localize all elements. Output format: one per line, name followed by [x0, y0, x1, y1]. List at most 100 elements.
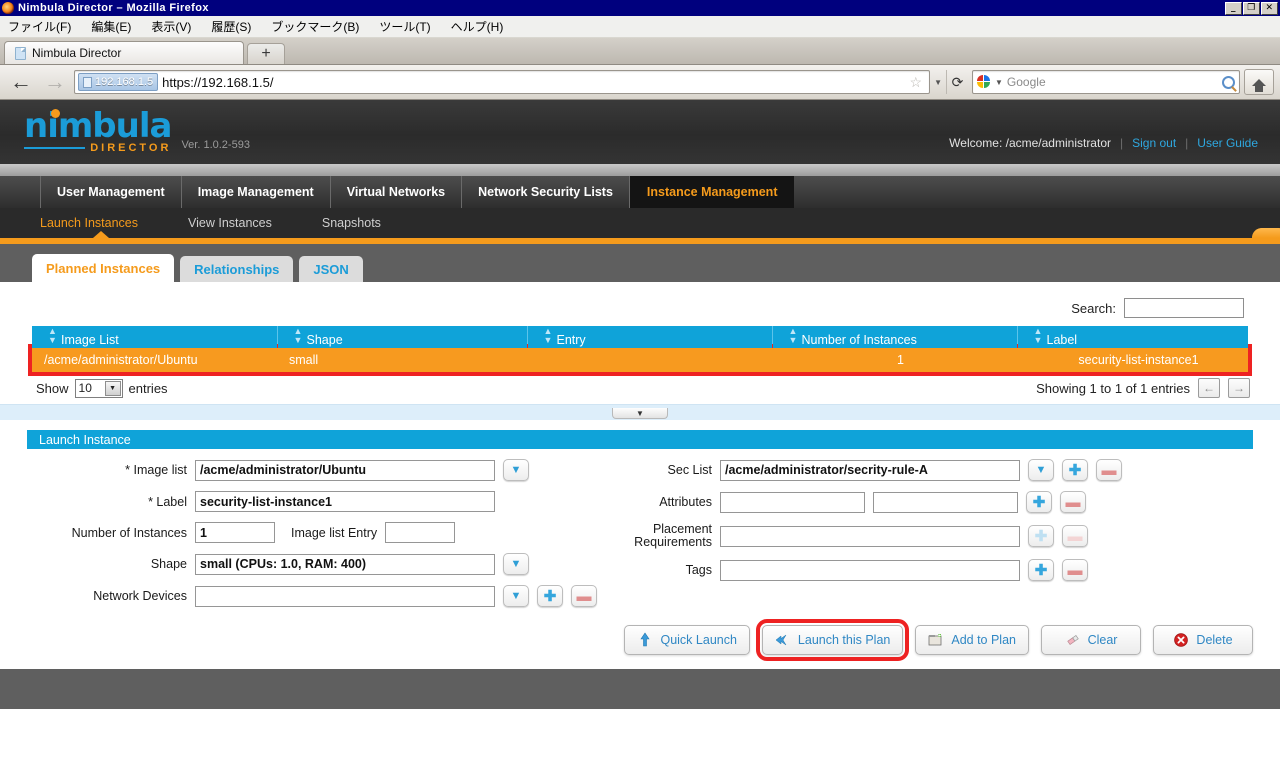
- menu-file[interactable]: ファイル(F): [8, 18, 71, 35]
- menu-tools[interactable]: ツール(T): [379, 18, 430, 35]
- network-devices-remove-button[interactable]: ▬: [571, 585, 597, 607]
- attributes-add-button[interactable]: ✚: [1026, 491, 1052, 513]
- input-sec-list[interactable]: [720, 460, 1020, 481]
- form-fields: * Image list ▼ * Label Number of Instanc…: [27, 449, 1253, 607]
- sec-list-remove-button[interactable]: ▬: [1096, 459, 1122, 481]
- menu-help[interactable]: ヘルプ(H): [451, 18, 504, 35]
- close-button[interactable]: ✕: [1261, 2, 1278, 15]
- site-identity-badge[interactable]: 192.168.1.5: [78, 73, 158, 91]
- field-sec-list: Sec List ▼ ✚ ▬: [622, 459, 1253, 481]
- user-guide-link[interactable]: User Guide: [1197, 136, 1258, 150]
- input-label[interactable]: [195, 491, 495, 512]
- input-image-list-entry[interactable]: [385, 522, 455, 543]
- nav-instance-management[interactable]: Instance Management: [630, 176, 795, 208]
- input-placement-requirements[interactable]: [720, 526, 1020, 547]
- menu-history[interactable]: 履歴(S): [211, 18, 251, 35]
- nav-image-management[interactable]: Image Management: [182, 176, 331, 208]
- nav-user-management[interactable]: User Management: [40, 176, 182, 208]
- home-button[interactable]: [1244, 69, 1274, 95]
- tags-add-button[interactable]: ✚: [1028, 559, 1054, 581]
- search-icon[interactable]: [1222, 76, 1235, 89]
- tags-remove-button[interactable]: ▬: [1062, 559, 1088, 581]
- planned-instances-table: ▲▼Image List ▲▼Shape ▲▼Entry ▲▼Number of…: [32, 326, 1248, 372]
- clear-button[interactable]: Clear: [1041, 625, 1141, 655]
- tab-json[interactable]: JSON: [299, 256, 362, 282]
- sort-icon: ▲▼: [294, 327, 302, 345]
- column-header-entry[interactable]: ▲▼Entry: [527, 326, 772, 348]
- eraser-icon: [1065, 632, 1081, 648]
- bookmark-star-icon[interactable]: ☆: [910, 74, 927, 91]
- input-tags[interactable]: [720, 560, 1020, 581]
- attributes-remove-button[interactable]: ▬: [1060, 491, 1086, 513]
- sec-list-dropdown-button[interactable]: ▼: [1028, 459, 1054, 481]
- back-button[interactable]: ←: [6, 68, 36, 96]
- table-search-input[interactable]: [1124, 298, 1244, 318]
- input-image-list[interactable]: [195, 460, 495, 481]
- window-titlebar: Nimbula Director – Mozilla Firefox _ ❐ ✕: [0, 0, 1280, 16]
- prev-page-button[interactable]: ←: [1198, 378, 1220, 398]
- subnav-view-instances[interactable]: View Instances: [188, 216, 272, 230]
- url-bar[interactable]: 192.168.1.5 https://192.168.1.5/ ☆: [74, 70, 930, 94]
- field-image-list: * Image list ▼: [27, 459, 622, 481]
- reload-button[interactable]: ⟳: [946, 70, 968, 94]
- cell-image-list: /acme/administrator/Ubuntu: [32, 348, 277, 372]
- table-row[interactable]: /acme/administrator/Ubuntu small 1 secur…: [32, 348, 1248, 372]
- placement-add-button[interactable]: ✚: [1028, 525, 1054, 547]
- entries-per-page-value: 10: [79, 381, 92, 395]
- table-pagination: Showing 1 to 1 of 1 entries ← →: [1036, 378, 1250, 398]
- add-to-plan-button[interactable]: Add to Plan: [915, 625, 1029, 655]
- tab-relationships[interactable]: Relationships: [180, 256, 293, 282]
- next-page-button[interactable]: →: [1228, 378, 1250, 398]
- form-column-right: Sec List ▼ ✚ ▬ Attributes ✚ ▬ P: [622, 459, 1253, 607]
- column-header-shape[interactable]: ▲▼Shape: [277, 326, 527, 348]
- network-devices-dropdown-button[interactable]: ▼: [503, 585, 529, 607]
- network-devices-add-button[interactable]: ✚: [537, 585, 563, 607]
- menu-bookmarks[interactable]: ブックマーク(B): [271, 18, 359, 35]
- input-network-devices[interactable]: [195, 586, 495, 607]
- subnav-snapshots[interactable]: Snapshots: [322, 216, 381, 230]
- input-shape[interactable]: [195, 554, 495, 575]
- sign-out-link[interactable]: Sign out: [1132, 136, 1176, 150]
- field-shape: Shape ▼: [27, 553, 622, 575]
- quick-launch-button[interactable]: Quick Launch: [624, 625, 749, 655]
- placement-remove-button[interactable]: ▬: [1062, 525, 1088, 547]
- nimbula-logo[interactable]: nimbula DIRECTOR: [24, 111, 171, 154]
- bookmark-dropdown-icon[interactable]: ▼: [934, 78, 942, 87]
- planned-instances-panel: Search: ▲▼Image List ▲▼Shape ▲▼Entry: [0, 282, 1280, 669]
- search-engine-dropdown-icon[interactable]: ▼: [995, 78, 1003, 87]
- entries-label: entries: [129, 381, 168, 396]
- launch-this-plan-button[interactable]: Launch this Plan: [762, 625, 903, 655]
- image-list-dropdown-button[interactable]: ▼: [503, 459, 529, 481]
- new-tab-button[interactable]: +: [247, 43, 285, 64]
- field-attributes: Attributes ✚ ▬: [622, 491, 1253, 513]
- shape-dropdown-button[interactable]: ▼: [503, 553, 529, 575]
- forward-button[interactable]: →: [40, 68, 70, 96]
- column-header-image-list[interactable]: ▲▼Image List: [32, 326, 277, 348]
- input-attributes-value[interactable]: [873, 492, 1018, 513]
- collapse-toggle-button[interactable]: ▼: [612, 408, 668, 419]
- nav-network-security-lists[interactable]: Network Security Lists: [462, 176, 630, 208]
- sec-list-add-button[interactable]: ✚: [1062, 459, 1088, 481]
- browser-search-bar[interactable]: ▼ Google: [972, 70, 1240, 94]
- menu-edit[interactable]: 編集(E): [91, 18, 131, 35]
- tab-planned-instances[interactable]: Planned Instances: [32, 254, 174, 282]
- input-number-of-instances[interactable]: [195, 522, 275, 543]
- column-header-number-of-instances[interactable]: ▲▼Number of Instances: [772, 326, 1017, 348]
- column-header-label[interactable]: ▲▼Label: [1017, 326, 1248, 348]
- entries-per-page-select[interactable]: 10 ▼: [75, 379, 123, 398]
- menu-view[interactable]: 表示(V): [151, 18, 191, 35]
- nav-virtual-networks[interactable]: Virtual Networks: [331, 176, 462, 208]
- search-input[interactable]: Google: [1007, 75, 1218, 89]
- add-to-plan-label: Add to Plan: [951, 633, 1016, 647]
- browser-tab-nimbula-director[interactable]: Nimbula Director: [4, 41, 244, 64]
- minimize-button[interactable]: _: [1225, 2, 1242, 15]
- restore-button[interactable]: ❐: [1243, 2, 1260, 15]
- window-title: Nimbula Director – Mozilla Firefox: [18, 2, 1225, 14]
- input-attributes-key[interactable]: [720, 492, 865, 513]
- delete-button[interactable]: Delete: [1153, 625, 1253, 655]
- label-label: * Label: [27, 495, 187, 509]
- plus-icon: ✚: [544, 590, 557, 603]
- logo-wordmark: nimbula: [24, 111, 171, 141]
- subnav-launch-instances[interactable]: Launch Instances: [40, 216, 138, 230]
- active-tab-pointer-icon: [93, 231, 109, 238]
